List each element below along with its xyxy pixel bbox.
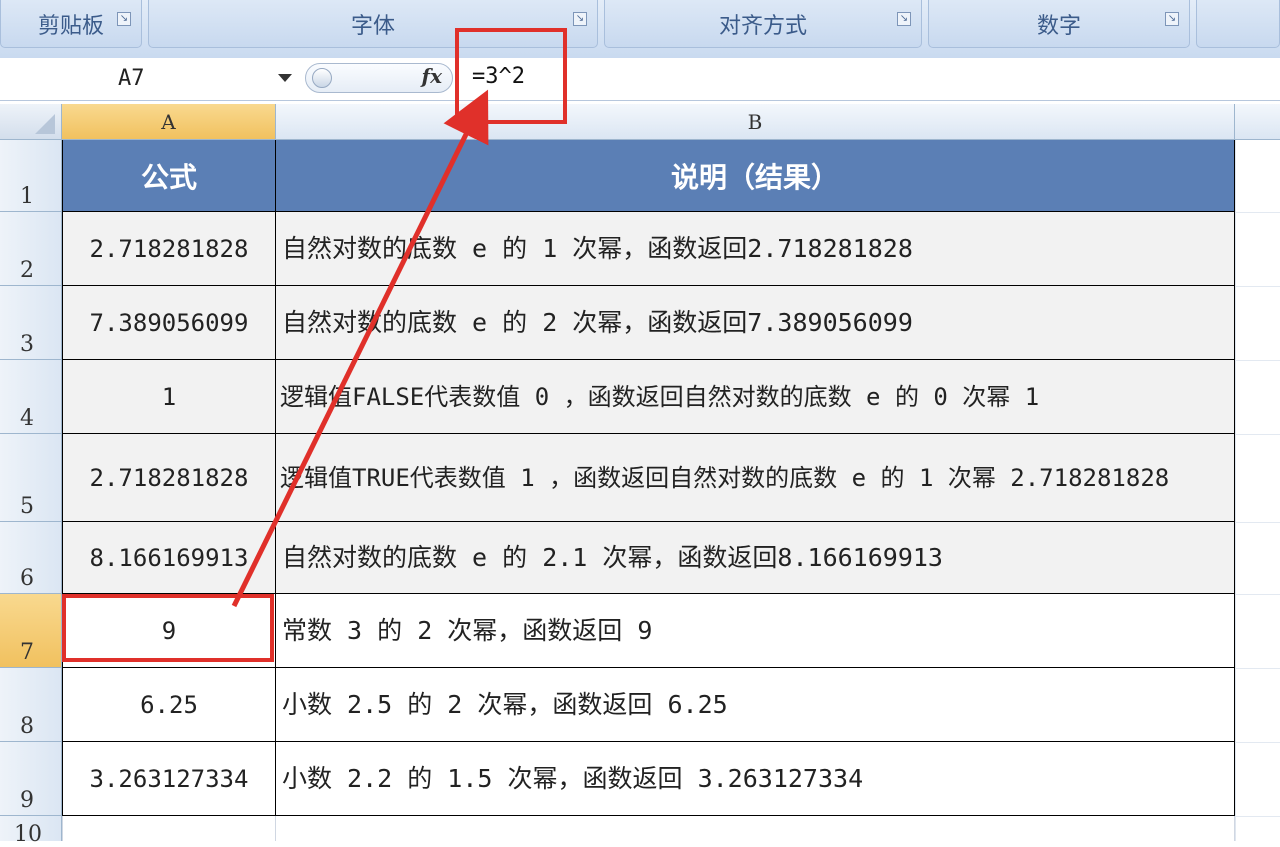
annotation-arrow xyxy=(231,89,489,608)
